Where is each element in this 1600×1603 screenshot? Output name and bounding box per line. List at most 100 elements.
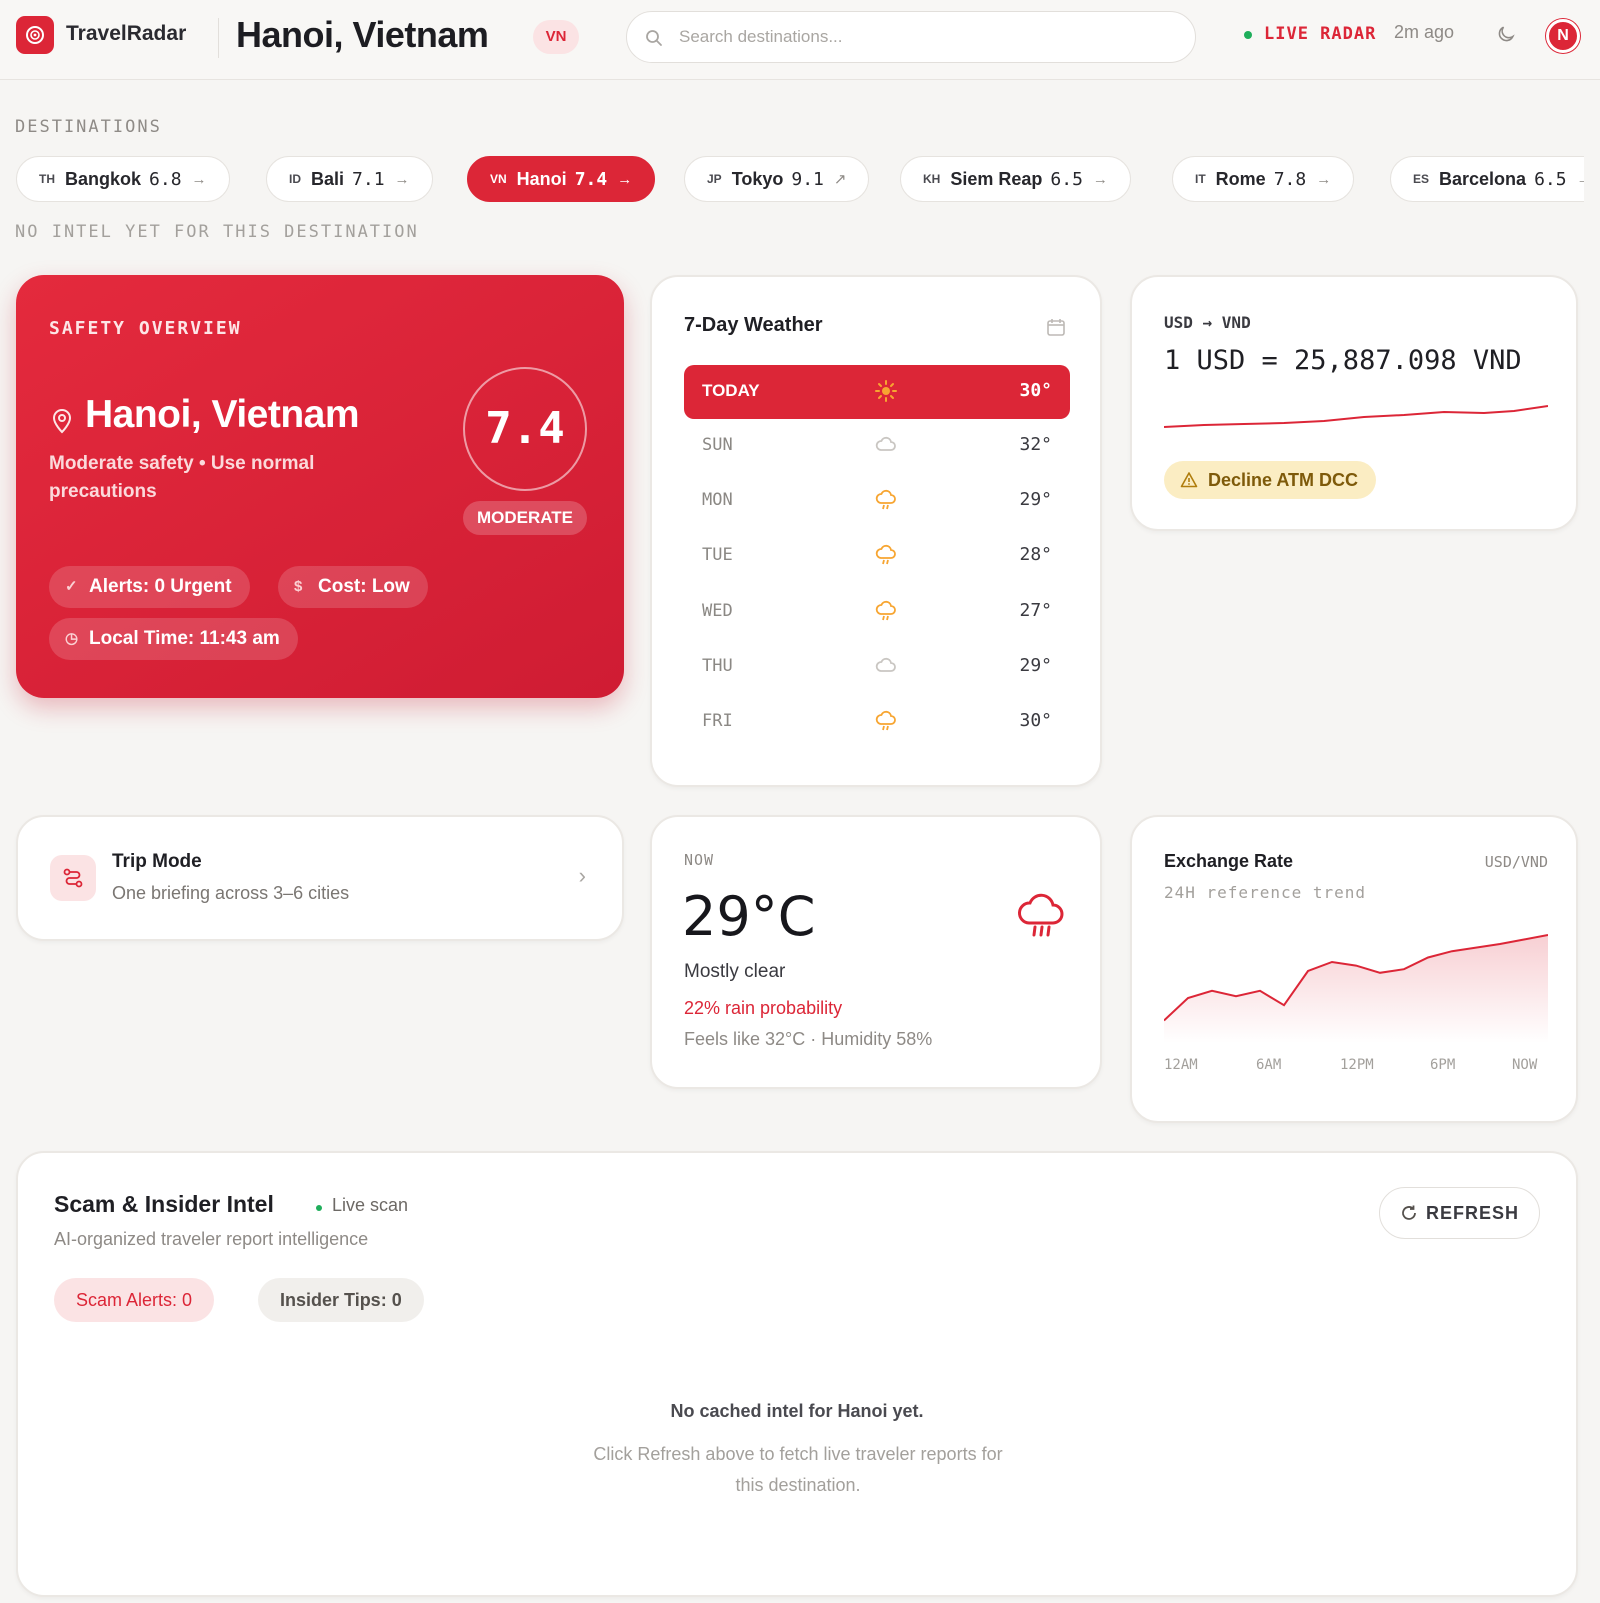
dcc-warning-label: Decline ATM DCC: [1208, 470, 1359, 490]
scam-intel-card: Scam & Insider Intel Live scan AI-organi…: [16, 1151, 1578, 1597]
live-scan-label: Live scan: [332, 1195, 409, 1215]
clock-icon: ◷: [65, 630, 79, 647]
last-updated: 2m ago: [1394, 22, 1455, 42]
destination-name: Hanoi: [516, 168, 567, 189]
check-icon: ✓: [65, 578, 78, 595]
sun-icon: [875, 380, 897, 402]
destination-score: 6.5: [1534, 168, 1567, 190]
cloud-icon: [875, 436, 896, 451]
empty-state-body: Click Refresh above to fetch live travel…: [593, 1444, 1003, 1495]
insider-tips-tab[interactable]: Insider Tips: 0: [258, 1278, 424, 1322]
search-input[interactable]: [679, 22, 1179, 52]
destination-chip-rome[interactable]: IT Rome 7.8 →: [1172, 156, 1355, 202]
destination-chip-hanoi[interactable]: VN Hanoi 7.4 →: [467, 156, 656, 202]
country-code: TH: [39, 172, 55, 186]
feels-like-humidity: Feels like 32°C · Humidity 58%: [684, 1029, 933, 1049]
rain-cloud-icon: [875, 710, 896, 731]
refresh-button[interactable]: REFRESH: [1378, 1187, 1540, 1239]
current-temperature: 29°C: [682, 885, 816, 948]
destination-name: Bangkok: [65, 168, 142, 189]
dollar-icon: $: [294, 578, 303, 595]
weather-temp: 32°: [1019, 434, 1052, 455]
refresh-icon: [1402, 1205, 1416, 1220]
header-divider: [218, 18, 219, 58]
exchange-rate-chart-card: Exchange Rate USD/VND 24H reference tren…: [1130, 815, 1578, 1123]
calendar-icon[interactable]: [1046, 317, 1066, 337]
rain-cloud-icon: [1018, 893, 1064, 937]
rain-cloud-icon: [875, 544, 896, 565]
weather-row-sun[interactable]: SUN 32°: [684, 419, 1070, 473]
destination-score: 7.8: [1273, 168, 1307, 190]
live-radar-label: LIVE RADAR: [1264, 24, 1377, 44]
x-tick-label: 12AM: [1164, 1057, 1198, 1073]
chevron-right-icon: ›: [578, 863, 586, 888]
scam-intel-subtitle: AI-organized traveler report intelligenc…: [54, 1229, 369, 1249]
weather-card-title: 7-Day Weather: [684, 314, 823, 336]
cost-pill[interactable]: $ Cost: Low: [278, 566, 428, 608]
arrow-right-icon: →: [1316, 170, 1332, 188]
destination-chip-tokyo[interactable]: JP Tokyo 9.1 ↗: [684, 156, 870, 202]
local-time-label: Local Time: 11:43 am: [89, 628, 280, 649]
weather-row-mon[interactable]: MON 29°: [684, 474, 1070, 528]
scam-alerts-tab[interactable]: Scam Alerts: 0: [54, 1278, 215, 1322]
dcc-warning-badge[interactable]: Decline ATM DCC: [1164, 461, 1377, 499]
trip-mode-subtitle: One briefing across 3–6 cities: [112, 883, 350, 903]
safety-score: 7.4: [463, 367, 587, 491]
cloud-icon: [875, 657, 896, 672]
safety-level-badge: MODERATE: [463, 501, 587, 535]
destination-name: Rome: [1215, 168, 1266, 189]
no-intel-note: NO INTEL YET FOR THIS DESTINATION: [15, 222, 419, 242]
trip-mode-card[interactable]: Trip Mode One briefing across 3–6 cities…: [16, 815, 624, 941]
country-code: ID: [289, 172, 301, 186]
page-title: Hanoi, Vietnam: [236, 14, 489, 55]
safety-overview-card: SAFETY OVERVIEW Hanoi, Vietnam Moderate …: [16, 275, 624, 698]
top-bar: TravelRadar Hanoi, Vietnam VN LIVE RADAR…: [0, 0, 1600, 80]
destination-name: Barcelona: [1439, 168, 1527, 189]
arrow-right-icon: →: [191, 170, 207, 188]
destination-chip-barcelona[interactable]: ES Barcelona 6.5 →: [1390, 156, 1584, 202]
scam-intel-title: Scam & Insider Intel: [54, 1191, 274, 1217]
country-code-badge: VN: [533, 20, 579, 54]
moon-icon[interactable]: [1496, 24, 1516, 44]
x-tick-label: 6AM: [1256, 1057, 1282, 1073]
weather-row-thu[interactable]: THU 29°: [684, 640, 1070, 694]
arrow-right-icon: →: [1577, 171, 1584, 188]
destination-chip-bali[interactable]: ID Bali 7.1 →: [266, 156, 433, 202]
user-avatar[interactable]: N: [1546, 19, 1580, 53]
cost-label: Cost: Low: [318, 576, 410, 597]
avatar-initial: N: [1557, 27, 1569, 44]
sparkline-line: [1164, 405, 1548, 428]
x-tick-label: 12PM: [1340, 1057, 1374, 1073]
weather-day: THU: [702, 656, 733, 676]
destination-chip-siem-reap[interactable]: KH Siem Reap 6.5 →: [900, 156, 1131, 202]
rain-cloud-icon: [875, 600, 896, 621]
weather-day: MON: [702, 490, 733, 510]
search-bar[interactable]: [626, 11, 1196, 63]
seven-day-weather-card: 7-Day Weather TODAY 30° SUN 32° MON 29° …: [650, 275, 1102, 787]
currency-pair: USD → VND: [1164, 313, 1251, 332]
arrow-right-icon: →: [1092, 170, 1108, 188]
weather-row-wed[interactable]: WED 27°: [684, 585, 1070, 639]
local-time-pill[interactable]: ◷ Local Time: 11:43 am: [49, 618, 298, 660]
weather-day: FRI: [702, 711, 733, 731]
destination-chip-bangkok[interactable]: TH Bangkok 6.8 →: [16, 156, 230, 202]
weather-row-tue[interactable]: TUE 28°: [684, 529, 1070, 583]
destinations-label: DESTINATIONS: [15, 117, 162, 137]
exchange-rate-chart: [1164, 934, 1548, 1043]
destination-score: 7.1: [352, 168, 385, 190]
safety-description: Moderate safety • Use normal precautions: [49, 453, 315, 502]
destination-name: Bali: [311, 168, 345, 189]
weather-row-fri[interactable]: FRI 30°: [684, 695, 1070, 749]
brand-name[interactable]: TravelRadar: [66, 22, 186, 46]
alerts-pill[interactable]: ✓ Alerts: 0 Urgent: [49, 566, 250, 608]
rain-cloud-icon: [875, 489, 896, 510]
weather-temp: 28°: [1019, 544, 1052, 565]
radar-logo-icon[interactable]: [16, 16, 54, 54]
weather-temp: 29°: [1019, 489, 1052, 510]
weather-row-today[interactable]: TODAY 30°: [684, 365, 1070, 419]
weather-day: SUN: [702, 435, 733, 455]
weather-temp: 27°: [1019, 600, 1052, 621]
currency-card: USD → VND 1 USD = 25,887.098 VND Decline…: [1130, 275, 1578, 531]
rate-sparkline: [1164, 405, 1548, 428]
route-icon: [50, 855, 96, 901]
